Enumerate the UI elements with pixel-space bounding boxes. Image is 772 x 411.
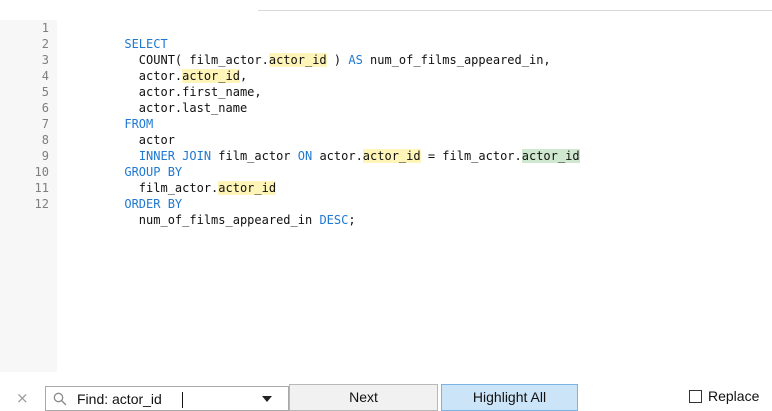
- code-token: = film_actor.: [420, 149, 522, 163]
- find-bar: × Find: actor_id Next Highlight All Repl…: [0, 384, 772, 411]
- line-number: 11: [34, 181, 49, 195]
- code-token: film_actor: [211, 149, 298, 163]
- highlight-all-button[interactable]: Highlight All: [441, 384, 578, 411]
- search-highlight: actor_id: [268, 53, 327, 67]
- code-token: num_of_films_appeared_in,: [362, 53, 551, 67]
- code-editor[interactable]: 1 2 3 4 5 6 7 8 9 10 11 12 SELECT COUNT(…: [0, 20, 772, 372]
- search-highlight: actor_id: [362, 149, 421, 163]
- line-number: 2: [41, 37, 49, 51]
- line-number: 7: [41, 117, 49, 131]
- line-number: 4: [41, 69, 49, 83]
- find-input-value: Find: actor_id: [77, 391, 162, 407]
- line-number: 5: [41, 85, 49, 99]
- sql-keyword: AS: [348, 53, 363, 67]
- code-token: num_of_films_appeared_in: [124, 213, 320, 227]
- close-icon[interactable]: ×: [16, 390, 29, 406]
- code-token: actor.: [312, 149, 363, 163]
- find-input[interactable]: Find: actor_id: [45, 386, 289, 411]
- line-number: 6: [41, 101, 49, 115]
- replace-label: Replace: [708, 388, 760, 404]
- line-number: 1: [41, 21, 49, 35]
- top-border: [258, 10, 772, 11]
- line-number: 12: [34, 197, 49, 211]
- sql-keyword: DESC: [319, 213, 349, 227]
- search-icon: [53, 392, 67, 406]
- line-number: 3: [41, 53, 49, 67]
- code-token: ;: [348, 213, 356, 227]
- editor-window: 1 2 3 4 5 6 7 8 9 10 11 12 SELECT COUNT(…: [0, 0, 772, 411]
- code-line[interactable]: num_of_films_appeared_in DESC;: [81, 196, 356, 244]
- replace-checkbox[interactable]: [689, 390, 702, 403]
- current-search-match: actor_id: [521, 149, 580, 163]
- sql-keyword: ON: [297, 149, 313, 163]
- code-token: ): [326, 53, 349, 67]
- line-number: 10: [34, 165, 49, 179]
- text-cursor: [182, 392, 183, 408]
- next-button[interactable]: Next: [289, 384, 438, 411]
- chevron-down-icon[interactable]: [261, 394, 273, 404]
- search-highlight: actor_id: [218, 181, 277, 195]
- line-number: 9: [41, 149, 49, 163]
- line-number: 8: [41, 133, 49, 147]
